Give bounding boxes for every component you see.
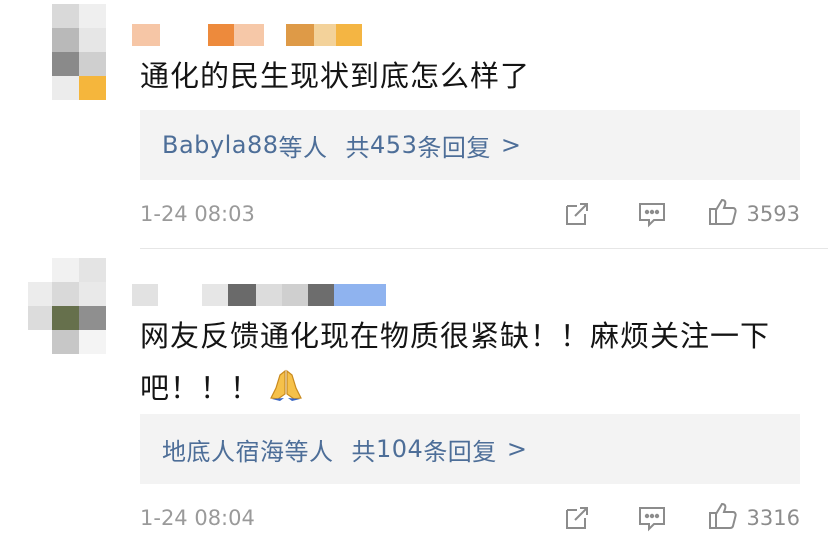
reply-names[interactable]: 地底人宿海: [162, 432, 285, 467]
comment-text: 通化的民生现状到底怎么样了: [140, 59, 531, 93]
thumbs-up-icon: [707, 197, 739, 231]
share-icon[interactable]: [563, 504, 591, 532]
comment-meta: 1-24 08:03 3593: [140, 198, 800, 230]
like-button[interactable]: 3593: [707, 197, 800, 231]
reply-unit: 条回复: [423, 437, 497, 466]
reply-count: 104: [376, 435, 424, 463]
reply-suffix: 等人: [278, 133, 328, 162]
folded-hands-emoji: [268, 366, 304, 418]
divider: [140, 248, 828, 249]
thumbs-up-icon: [707, 501, 739, 535]
replies-summary[interactable]: Babyla88 等人 共 453 条回复 >: [140, 110, 800, 180]
comment-text-content: 网友反馈通化现在物质很紧缺！！麻烦关注一下吧！！！: [140, 319, 771, 405]
comment-icon[interactable]: [637, 504, 667, 532]
reply-prefix: 共: [351, 437, 376, 466]
username-blurred[interactable]: [132, 284, 386, 310]
reply-prefix: 共: [345, 133, 371, 162]
like-count: 3316: [746, 506, 800, 530]
like-button[interactable]: 3316: [707, 501, 800, 535]
replies-summary[interactable]: 地底人宿海 等人 共 104 条回复 >: [140, 414, 800, 484]
reply-unit: 条回复: [417, 133, 491, 162]
comment-item: 网友反馈通化现在物质很紧缺！！麻烦关注一下吧！！！ 地底人宿海 等人 共 104…: [0, 252, 828, 543]
chevron-right-icon: >: [506, 435, 528, 463]
timestamp: 1-24 08:03: [140, 202, 255, 226]
comment-meta: 1-24 08:04 3316: [140, 502, 800, 534]
like-count: 3593: [746, 202, 800, 226]
chevron-right-icon: >: [500, 131, 522, 159]
timestamp: 1-24 08:04: [140, 506, 255, 530]
avatar[interactable]: [28, 258, 106, 354]
comment-text: 网友反馈通化现在物质很紧缺！！麻烦关注一下吧！！！: [140, 310, 798, 418]
reply-suffix: 等人: [284, 437, 334, 466]
avatar[interactable]: [52, 4, 106, 100]
share-icon[interactable]: [563, 200, 591, 228]
comment-icon[interactable]: [637, 200, 667, 228]
reply-names[interactable]: Babyla88: [162, 131, 279, 159]
username-blurred[interactable]: [132, 24, 362, 50]
reply-count: 453: [370, 131, 418, 159]
comment-item: 通化的民生现状到底怎么样了 Babyla88 等人 共 453 条回复 > 1-…: [0, 0, 828, 250]
